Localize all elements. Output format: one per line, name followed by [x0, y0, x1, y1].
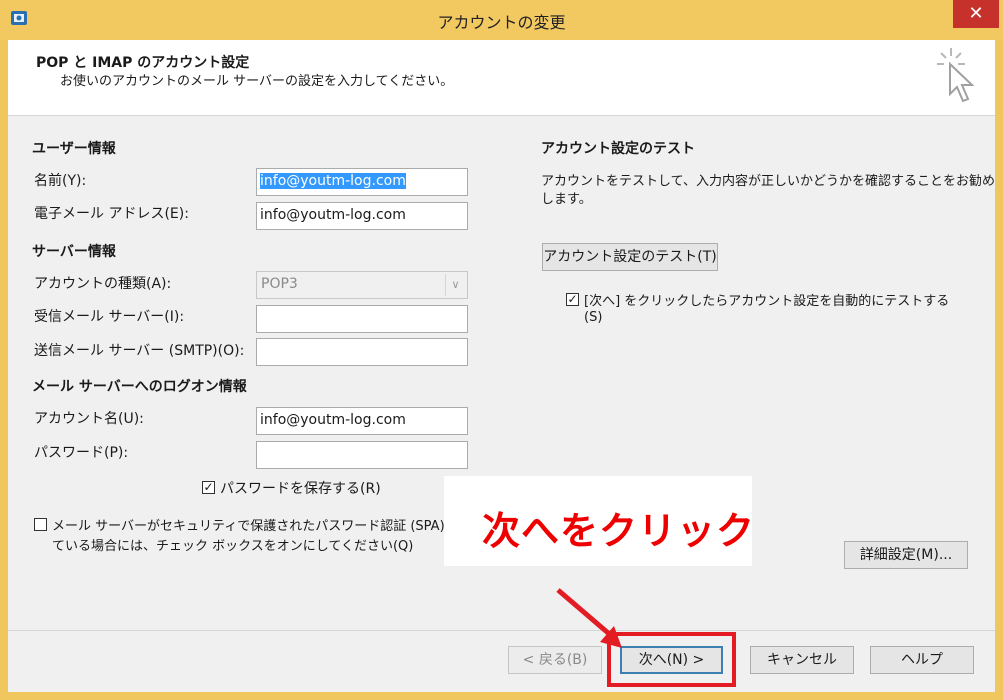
- test-account-button[interactable]: アカウント設定のテスト(T): [542, 243, 718, 271]
- next-button-highlight: [607, 632, 736, 687]
- server-info-heading: サーバー情報: [32, 244, 116, 260]
- incoming-server-label: 受信メール サーバー(I):: [34, 309, 185, 325]
- test-heading: アカウント設定のテスト: [541, 141, 695, 157]
- help-button[interactable]: ヘルプ: [870, 646, 974, 674]
- account-type-label: アカウントの種類(A):: [34, 276, 172, 292]
- dialog-body: POP と IMAP のアカウント設定 お使いのアカウントのメール サーバーの設…: [8, 40, 995, 692]
- close-button[interactable]: ✕: [953, 0, 999, 28]
- chevron-down-icon: ∨: [445, 274, 465, 296]
- footer-divider: [8, 630, 995, 631]
- header-subtitle: お使いのアカウントのメール サーバーの設定を入力してください。: [60, 74, 454, 89]
- save-password-checkbox[interactable]: ✓: [202, 481, 215, 494]
- outgoing-server-label: 送信メール サーバー (SMTP)(O):: [34, 343, 245, 359]
- outgoing-server-field[interactable]: [256, 338, 468, 366]
- save-password-label[interactable]: パスワードを保存する(R): [220, 478, 381, 498]
- password-label: パスワード(P):: [34, 445, 129, 461]
- spa-label-line1: メール サーバーがセキュリティで保護されたパスワード認証 (SPA) に対応し: [52, 519, 492, 534]
- account-type-value: POP3: [261, 276, 298, 292]
- auto-test-label-line1[interactable]: [次へ] をクリックしたらアカウント設定を自動的にテストする: [584, 290, 949, 309]
- window-title: アカウントの変更: [437, 13, 566, 32]
- title-bar[interactable]: アカウントの変更 ✕: [0, 0, 1003, 40]
- dialog-header: POP と IMAP のアカウント設定 お使いのアカウントのメール サーバーの設…: [8, 40, 995, 116]
- user-info-heading: ユーザー情報: [32, 141, 116, 157]
- cursor-click-icon: [937, 48, 975, 103]
- account-type-select: POP3 ∨: [256, 271, 468, 299]
- name-label: 名前(Y):: [34, 173, 87, 189]
- name-field[interactable]: info@youtm-log.com: [256, 168, 468, 196]
- email-label: 電子メール アドレス(E):: [34, 206, 189, 222]
- dialog-window: アカウントの変更 ✕ POP と IMAP のアカウント設定 お使いのアカウント…: [0, 0, 1003, 700]
- incoming-server-field[interactable]: [256, 305, 468, 333]
- spa-label-line2: ている場合には、チェック ボックスをオンにしてください(Q): [52, 539, 414, 554]
- password-field[interactable]: [256, 441, 468, 469]
- header-title: POP と IMAP のアカウント設定: [36, 55, 250, 71]
- annotation-text: 次へをクリック: [482, 509, 756, 553]
- spa-checkbox[interactable]: [34, 518, 47, 531]
- email-field[interactable]: info@youtm-log.com: [256, 202, 468, 230]
- advanced-settings-button[interactable]: 詳細設定(M)...: [844, 541, 968, 569]
- test-description-line2: します。: [541, 192, 592, 207]
- test-description-line1: アカウントをテストして、入力内容が正しいかどうかを確認することをお勧め: [541, 174, 995, 189]
- account-name-field[interactable]: info@youtm-log.com: [256, 407, 468, 435]
- logon-info-heading: メール サーバーへのログオン情報: [32, 379, 247, 395]
- cancel-button[interactable]: キャンセル: [750, 646, 854, 674]
- auto-test-label-line2[interactable]: (S): [584, 310, 602, 325]
- name-field-value: info@youtm-log.com: [260, 173, 406, 189]
- auto-test-checkbox[interactable]: ✓: [566, 293, 579, 306]
- account-name-label: アカウント名(U):: [34, 411, 144, 427]
